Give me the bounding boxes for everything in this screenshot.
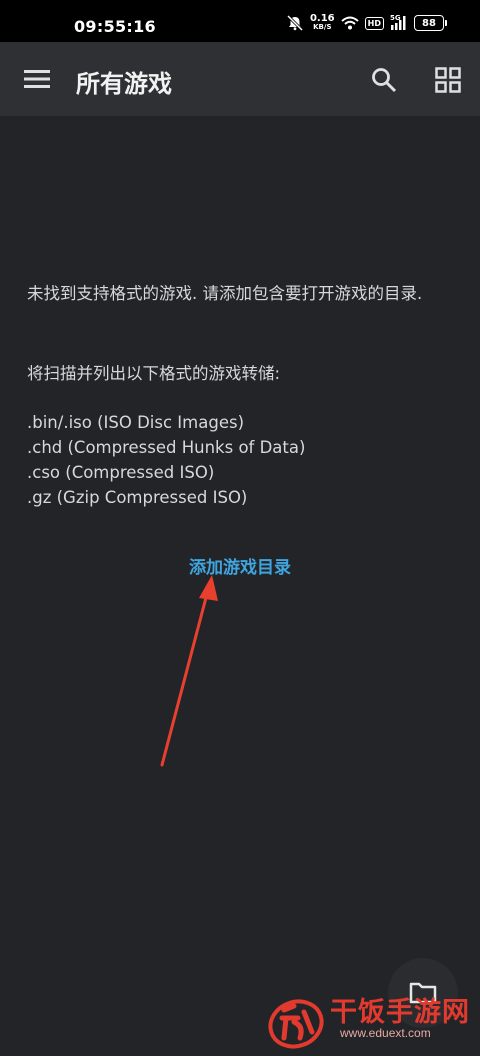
format-item: .bin/.iso (ISO Disc Images): [27, 413, 245, 432]
format-item: .cso (Compressed ISO): [27, 463, 215, 482]
format-item: .chd (Compressed Hunks of Data): [27, 438, 306, 457]
empty-message: 未找到支持格式的游戏. 请添加包含要打开游戏的目录.: [27, 282, 447, 306]
add-game-directory-button[interactable]: 添加游戏目录: [0, 553, 480, 578]
scan-info-text: 将扫描并列出以下格式的游戏转储:: [27, 364, 281, 383]
menu-icon[interactable]: [24, 69, 50, 89]
search-icon[interactable]: [370, 66, 398, 94]
signal-label: 5G: [390, 14, 401, 22]
status-time: 09:55:16: [74, 17, 156, 36]
net-speed-unit: KB/S: [313, 23, 332, 31]
watermark-url: www.eduext.com: [340, 1026, 431, 1040]
status-icons: 0.16 KB/S HD 5G 88: [286, 14, 447, 32]
format-item: .gz (Gzip Compressed ISO): [27, 488, 248, 507]
network-speed: 0.16 KB/S: [310, 14, 335, 32]
battery-icon: 88: [414, 15, 447, 31]
battery-level: 88: [422, 17, 436, 29]
app-bar: 所有游戏: [0, 42, 480, 116]
empty-message-text: 未找到支持格式的游戏. 请添加包含要打开游戏的目录.: [27, 284, 423, 303]
watermark-title: 干饭手游网: [330, 997, 470, 1028]
hd-badge: HD: [364, 16, 384, 30]
wifi-icon: [340, 16, 359, 30]
format-list: .bin/.iso (ISO Disc Images) .chd (Compre…: [27, 410, 305, 510]
mute-icon: [286, 15, 304, 31]
grid-view-icon[interactable]: [435, 67, 461, 93]
watermark-logo: [268, 999, 324, 1049]
page-title: 所有游戏: [76, 70, 172, 98]
signal-indicator: 5G: [390, 14, 408, 30]
net-speed-value: 0.16: [309, 13, 335, 24]
watermark: 干饭手游网 www.eduext.com: [262, 988, 480, 1056]
status-bar: 09:55:16 0.16 KB/S HD 5G 88: [0, 0, 480, 42]
annotation-arrow: [160, 575, 218, 767]
